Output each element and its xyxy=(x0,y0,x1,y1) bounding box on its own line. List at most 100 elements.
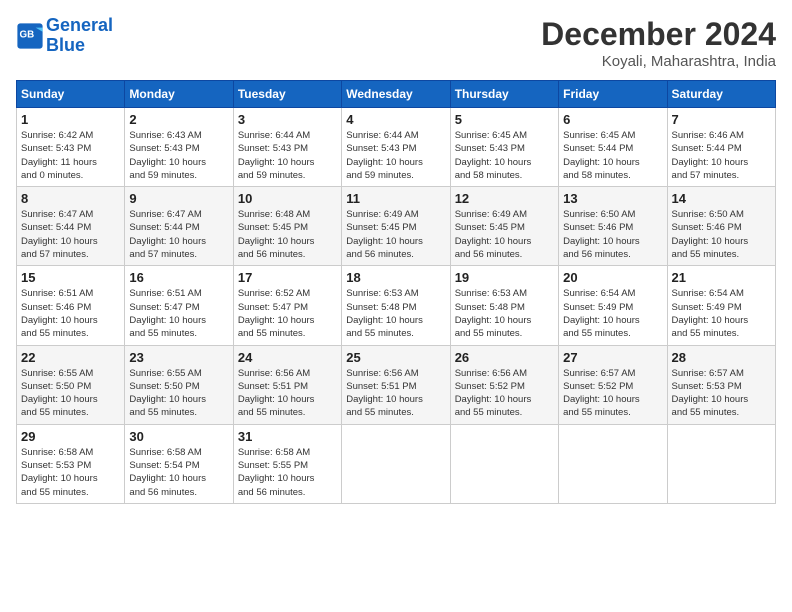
day-number: 9 xyxy=(129,191,228,206)
calendar-cell xyxy=(342,424,450,503)
calendar-header-row: SundayMondayTuesdayWednesdayThursdayFrid… xyxy=(17,81,776,108)
day-number: 13 xyxy=(563,191,662,206)
day-info: Sunrise: 6:45 AMSunset: 5:43 PMDaylight:… xyxy=(455,129,554,182)
calendar-cell: 22Sunrise: 6:55 AMSunset: 5:50 PMDayligh… xyxy=(17,345,125,424)
day-info: Sunrise: 6:50 AMSunset: 5:46 PMDaylight:… xyxy=(672,208,771,261)
calendar-cell: 30Sunrise: 6:58 AMSunset: 5:54 PMDayligh… xyxy=(125,424,233,503)
day-number: 29 xyxy=(21,429,120,444)
calendar-cell: 4 Sunrise: 6:44 AMSunset: 5:43 PMDaylight… xyxy=(342,108,450,187)
day-info: Sunrise: 6:58 AMSunset: 5:55 PMDaylight:… xyxy=(238,446,337,499)
calendar-cell: 24 Sunrise: 6:56 AMSunset: 5:51 PMDayligh… xyxy=(233,345,341,424)
logo-line1: General xyxy=(46,15,113,35)
calendar-cell: 1 Sunrise: 6:42 AMSunset: 5:43 PMDaylight… xyxy=(17,108,125,187)
calendar-cell: 25Sunrise: 6:56 AMSunset: 5:51 PMDayligh… xyxy=(342,345,450,424)
calendar-week-4: 22 Sunrise: 6:55 AMSunset: 5:50 PMDayligh… xyxy=(17,345,776,424)
calendar-cell: 13 Sunrise: 6:50 AMSunset: 5:46 PMDayligh… xyxy=(559,187,667,266)
day-number: 1 xyxy=(21,112,120,127)
day-number: 17 xyxy=(238,270,337,285)
calendar-cell: 7Sunrise: 6:46 AMSunset: 5:44 PMDaylight… xyxy=(667,108,775,187)
day-info: Sunrise: 6:48 AMSunset: 5:45 PMDaylight:… xyxy=(238,208,337,261)
day-info: Sunrise: 6:47 AMSunset: 5:44 PMDaylight:… xyxy=(129,208,228,261)
day-number: 18 xyxy=(346,270,445,285)
calendar-cell: 23Sunrise: 6:55 AMSunset: 5:50 PMDayligh… xyxy=(125,345,233,424)
calendar-cell: 18 Sunrise: 6:53 AMSunset: 5:48 PMDayligh… xyxy=(342,266,450,345)
day-number: 11 xyxy=(346,191,445,206)
calendar-cell: 26 Sunrise: 6:56 AMSunset: 5:52 PMDayligh… xyxy=(450,345,558,424)
logo: GB General Blue xyxy=(16,16,113,56)
calendar-cell: 27 Sunrise: 6:57 AMSunset: 5:52 PMDayligh… xyxy=(559,345,667,424)
calendar-cell: 3 Sunrise: 6:44 AMSunset: 5:43 PMDaylight… xyxy=(233,108,341,187)
calendar-cell: 9 Sunrise: 6:47 AMSunset: 5:44 PMDaylight… xyxy=(125,187,233,266)
day-info: Sunrise: 6:56 AMSunset: 5:51 PMDaylight:… xyxy=(238,367,337,420)
location: Koyali, Maharashtra, India xyxy=(541,53,776,70)
day-number: 10 xyxy=(238,191,337,206)
day-info: Sunrise: 6:46 AMSunset: 5:44 PMDaylight:… xyxy=(672,129,771,182)
day-info: Sunrise: 6:58 AMSunset: 5:54 PMDaylight:… xyxy=(129,446,228,499)
day-number: 5 xyxy=(455,112,554,127)
calendar-cell: 20Sunrise: 6:54 AMSunset: 5:49 PMDayligh… xyxy=(559,266,667,345)
calendar-cell: 21 Sunrise: 6:54 AMSunset: 5:49 PMDayligh… xyxy=(667,266,775,345)
header: GB General Blue December 2024 Koyali, Ma… xyxy=(16,16,776,70)
day-number: 27 xyxy=(563,350,662,365)
calendar-header-friday: Friday xyxy=(559,81,667,108)
calendar-header-tuesday: Tuesday xyxy=(233,81,341,108)
logo-line2: Blue xyxy=(46,35,85,55)
calendar-cell: 2Sunrise: 6:43 AMSunset: 5:43 PMDaylight… xyxy=(125,108,233,187)
day-number: 21 xyxy=(672,270,771,285)
day-number: 14 xyxy=(672,191,771,206)
calendar-week-3: 15Sunrise: 6:51 AMSunset: 5:46 PMDayligh… xyxy=(17,266,776,345)
calendar-header-saturday: Saturday xyxy=(667,81,775,108)
calendar-cell xyxy=(559,424,667,503)
day-number: 20 xyxy=(563,270,662,285)
day-info: Sunrise: 6:53 AMSunset: 5:48 PMDaylight:… xyxy=(346,287,445,340)
day-number: 4 xyxy=(346,112,445,127)
calendar-cell: 28Sunrise: 6:57 AMSunset: 5:53 PMDayligh… xyxy=(667,345,775,424)
calendar-cell: 6 Sunrise: 6:45 AMSunset: 5:44 PMDaylight… xyxy=(559,108,667,187)
day-info: Sunrise: 6:57 AMSunset: 5:53 PMDaylight:… xyxy=(672,367,771,420)
day-info: Sunrise: 6:50 AMSunset: 5:46 PMDaylight:… xyxy=(563,208,662,261)
day-info: Sunrise: 6:55 AMSunset: 5:50 PMDaylight:… xyxy=(129,367,228,420)
calendar-cell: 17Sunrise: 6:52 AMSunset: 5:47 PMDayligh… xyxy=(233,266,341,345)
calendar-cell: 12 Sunrise: 6:49 AMSunset: 5:45 PMDayligh… xyxy=(450,187,558,266)
day-info: Sunrise: 6:49 AMSunset: 5:45 PMDaylight:… xyxy=(455,208,554,261)
calendar-header-monday: Monday xyxy=(125,81,233,108)
calendar: SundayMondayTuesdayWednesdayThursdayFrid… xyxy=(16,80,776,504)
day-info: Sunrise: 6:45 AMSunset: 5:44 PMDaylight:… xyxy=(563,129,662,182)
calendar-cell: 29Sunrise: 6:58 AMSunset: 5:53 PMDayligh… xyxy=(17,424,125,503)
calendar-cell: 10 Sunrise: 6:48 AMSunset: 5:45 PMDayligh… xyxy=(233,187,341,266)
day-number: 24 xyxy=(238,350,337,365)
calendar-cell: 8Sunrise: 6:47 AMSunset: 5:44 PMDaylight… xyxy=(17,187,125,266)
day-info: Sunrise: 6:51 AMSunset: 5:46 PMDaylight:… xyxy=(21,287,120,340)
calendar-cell xyxy=(667,424,775,503)
day-info: Sunrise: 6:54 AMSunset: 5:49 PMDaylight:… xyxy=(672,287,771,340)
day-info: Sunrise: 6:47 AMSunset: 5:44 PMDaylight:… xyxy=(21,208,120,261)
day-info: Sunrise: 6:51 AMSunset: 5:47 PMDaylight:… xyxy=(129,287,228,340)
calendar-header-wednesday: Wednesday xyxy=(342,81,450,108)
logo-icon: GB xyxy=(16,22,44,50)
day-number: 3 xyxy=(238,112,337,127)
day-number: 6 xyxy=(563,112,662,127)
month-title: December 2024 xyxy=(541,16,776,53)
day-number: 26 xyxy=(455,350,554,365)
day-number: 22 xyxy=(21,350,120,365)
calendar-body: 1 Sunrise: 6:42 AMSunset: 5:43 PMDaylight… xyxy=(17,108,776,504)
day-info: Sunrise: 6:57 AMSunset: 5:52 PMDaylight:… xyxy=(563,367,662,420)
day-info: Sunrise: 6:49 AMSunset: 5:45 PMDaylight:… xyxy=(346,208,445,261)
day-info: Sunrise: 6:44 AMSunset: 5:43 PMDaylight:… xyxy=(238,129,337,182)
day-info: Sunrise: 6:56 AMSunset: 5:51 PMDaylight:… xyxy=(346,367,445,420)
day-info: Sunrise: 6:42 AMSunset: 5:43 PMDaylight:… xyxy=(21,129,120,182)
calendar-cell: 11 Sunrise: 6:49 AMSunset: 5:45 PMDayligh… xyxy=(342,187,450,266)
day-number: 19 xyxy=(455,270,554,285)
day-info: Sunrise: 6:44 AMSunset: 5:43 PMDaylight:… xyxy=(346,129,445,182)
calendar-cell: 5 Sunrise: 6:45 AMSunset: 5:43 PMDaylight… xyxy=(450,108,558,187)
day-number: 31 xyxy=(238,429,337,444)
day-number: 16 xyxy=(129,270,228,285)
day-number: 12 xyxy=(455,191,554,206)
day-number: 2 xyxy=(129,112,228,127)
day-info: Sunrise: 6:56 AMSunset: 5:52 PMDaylight:… xyxy=(455,367,554,420)
day-info: Sunrise: 6:53 AMSunset: 5:48 PMDaylight:… xyxy=(455,287,554,340)
logo-text: General Blue xyxy=(46,16,113,56)
calendar-cell: 19 Sunrise: 6:53 AMSunset: 5:48 PMDayligh… xyxy=(450,266,558,345)
calendar-cell: 14 Sunrise: 6:50 AMSunset: 5:46 PMDayligh… xyxy=(667,187,775,266)
svg-text:GB: GB xyxy=(20,29,35,40)
